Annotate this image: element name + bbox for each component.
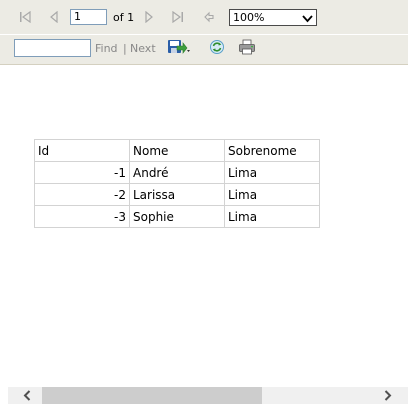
chevron-down-icon — [302, 13, 313, 26]
report-table: Id Nome Sobrenome -1 André Lima -2 Laris… — [34, 139, 320, 228]
table-row: -1 André Lima — [34, 161, 320, 184]
find-separator: | — [123, 42, 127, 55]
page-number-input[interactable]: 1 — [70, 9, 107, 25]
column-header-nome: Nome — [129, 139, 225, 162]
first-page-icon[interactable] — [19, 11, 32, 23]
back-to-parent-icon[interactable] — [203, 11, 215, 23]
cell-nome: Sophie — [129, 205, 225, 228]
cell-id: -2 — [34, 183, 130, 206]
horizontal-scrollbar[interactable] — [8, 387, 408, 404]
table-row: -2 Larissa Lima — [34, 183, 320, 206]
column-header-id: Id — [34, 139, 130, 162]
table-row: -3 Sophie Lima — [34, 205, 320, 228]
zoom-select[interactable]: 100% — [229, 9, 317, 26]
find-next-link[interactable]: Next — [130, 42, 156, 55]
cell-sobrenome: Lima — [224, 161, 320, 184]
cell-id: -1 — [34, 161, 130, 184]
table-header-row: Id Nome Sobrenome — [34, 139, 320, 162]
cell-sobrenome: Lima — [224, 205, 320, 228]
print-icon[interactable] — [238, 39, 256, 55]
export-icon[interactable] — [167, 38, 193, 56]
cell-id: -3 — [34, 205, 130, 228]
page-total-label: of 1 — [113, 11, 135, 24]
column-header-sobrenome: Sobrenome — [224, 139, 320, 162]
last-page-icon[interactable] — [171, 11, 184, 23]
scrollbar-thumb[interactable] — [42, 387, 262, 404]
scroll-right-arrow-icon[interactable] — [384, 390, 392, 404]
cell-nome: Larissa — [129, 183, 225, 206]
next-page-icon[interactable] — [145, 11, 154, 23]
scroll-left-arrow-icon[interactable] — [23, 390, 31, 404]
find-toolbar: Find | Next — [0, 35, 408, 64]
previous-page-icon[interactable] — [49, 11, 58, 23]
find-input[interactable] — [14, 39, 91, 57]
find-link[interactable]: Find — [95, 42, 118, 55]
report-toolbar: 1 of 1 100% Find | Next — [0, 0, 408, 65]
cell-sobrenome: Lima — [224, 183, 320, 206]
zoom-value: 100% — [233, 11, 265, 24]
refresh-icon[interactable] — [209, 39, 225, 55]
navigation-toolbar: 1 of 1 100% — [0, 0, 408, 35]
cell-nome: André — [129, 161, 225, 184]
